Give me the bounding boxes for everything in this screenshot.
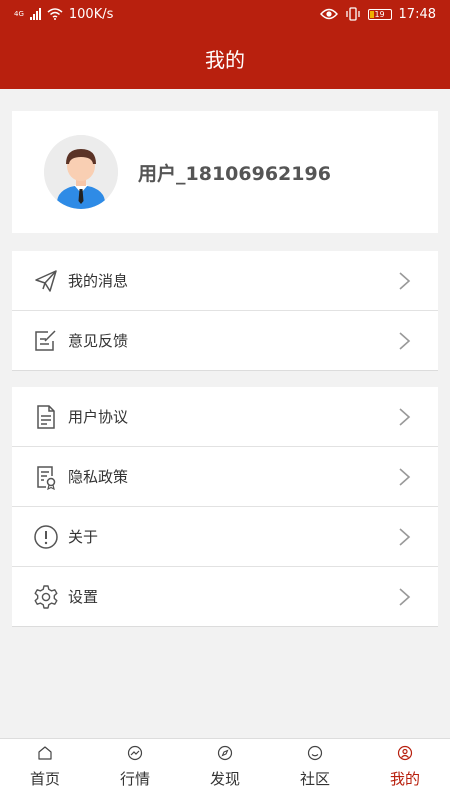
- chevron-right-icon: [399, 588, 411, 606]
- network-speed: 100K/s: [68, 6, 114, 22]
- feedback-edit-icon: [33, 328, 59, 354]
- username: 用户_18106962196: [138, 162, 331, 185]
- battery-level: 19: [374, 9, 385, 19]
- menu-item-label: 意见反馈: [68, 332, 129, 350]
- chevron-right-icon: [399, 272, 411, 290]
- signal-icon: [29, 8, 41, 20]
- paper-plane-icon: [33, 268, 59, 294]
- menu-item-feedback[interactable]: 意见反馈: [12, 311, 438, 371]
- menu-item-label: 关于: [68, 528, 99, 546]
- chevron-right-icon: [399, 528, 411, 546]
- menu-item-label: 我的消息: [68, 272, 129, 290]
- chevron-right-icon: [399, 468, 411, 486]
- menu-item-privacy-policy[interactable]: 隐私政策: [12, 447, 438, 507]
- tab-market[interactable]: 行情: [90, 739, 180, 800]
- tab-label: 社区: [299, 770, 330, 788]
- vibrate-icon: [345, 7, 360, 21]
- clock: 17:48: [398, 6, 436, 22]
- tab-label: 首页: [29, 770, 60, 788]
- eye-icon: [319, 8, 338, 20]
- menu-group-primary: 我的消息 意见反馈: [12, 251, 438, 371]
- chevron-right-icon: [399, 332, 411, 350]
- title-bar: 我的: [0, 28, 450, 89]
- document-icon: [33, 404, 59, 430]
- home-icon: [38, 746, 52, 760]
- avatar[interactable]: [44, 135, 118, 209]
- network-type: 4G: [14, 10, 24, 18]
- menu-group-secondary: 用户协议 隐私政策 关于 设置: [12, 387, 438, 627]
- tab-label: 行情: [119, 770, 150, 788]
- trend-icon: [127, 745, 143, 761]
- battery-icon: 19: [367, 8, 392, 20]
- user-icon: [397, 745, 413, 761]
- privacy-document-icon: [33, 464, 59, 490]
- menu-item-label: 设置: [68, 588, 99, 606]
- profile-card[interactable]: 用户_18106962196: [12, 111, 438, 233]
- tab-label: 我的: [389, 770, 420, 788]
- bottom-tab-bar: 首页 行情 发现 社区 我的: [0, 738, 450, 800]
- info-exclamation-icon: [33, 524, 59, 550]
- tab-community[interactable]: 社区: [270, 739, 360, 800]
- wifi-icon: [47, 8, 63, 20]
- gear-icon: [33, 584, 59, 610]
- status-bar: 4G 100K/s 19 17:48: [0, 0, 450, 28]
- menu-item-settings[interactable]: 设置: [12, 567, 438, 627]
- tab-mine[interactable]: 我的: [360, 739, 450, 800]
- compass-icon: [217, 745, 233, 761]
- chevron-right-icon: [399, 408, 411, 426]
- menu-item-user-agreement[interactable]: 用户协议: [12, 387, 438, 447]
- menu-item-about[interactable]: 关于: [12, 507, 438, 567]
- tab-home[interactable]: 首页: [0, 739, 90, 800]
- user-avatar-icon: [44, 135, 118, 209]
- tab-label: 发现: [209, 770, 240, 788]
- menu-item-label: 用户协议: [68, 408, 129, 426]
- smile-icon: [307, 745, 323, 761]
- tab-discover[interactable]: 发现: [180, 739, 270, 800]
- menu-item-messages[interactable]: 我的消息: [12, 251, 438, 311]
- page-title: 我的: [205, 48, 245, 72]
- menu-item-label: 隐私政策: [68, 468, 129, 486]
